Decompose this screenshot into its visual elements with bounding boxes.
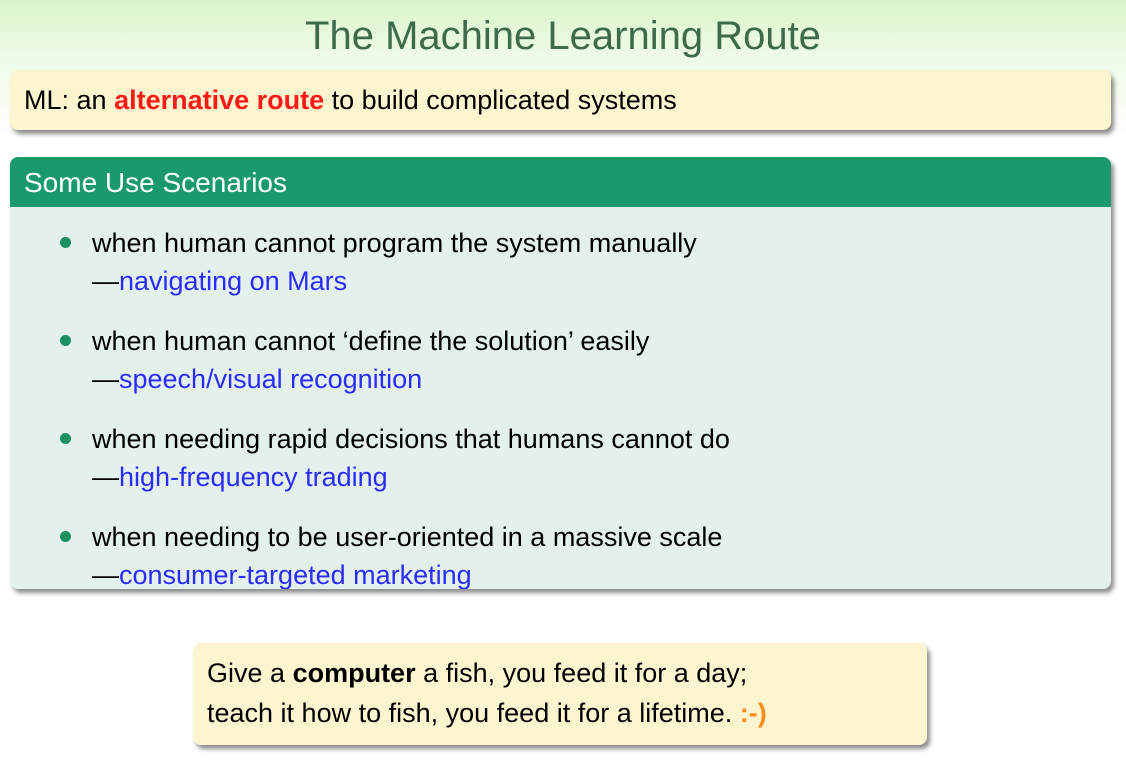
use-scenarios-header: Some Use Scenarios: [10, 157, 1111, 207]
scenario-example-line: —high-frequency trading: [92, 457, 388, 497]
quote-line-2-text: teach it how to fish, you feed it for a …: [207, 698, 733, 728]
scenario-text: when human cannot ‘define the solution’ …: [92, 326, 650, 356]
scenario-example: consumer-targeted marketing: [119, 560, 472, 589]
ml-definition-highlight: alternative route: [114, 85, 325, 115]
ml-definition-suffix: to build complicated systems: [331, 85, 677, 115]
smiley-emoticon: :-): [739, 698, 767, 728]
use-scenarios-block: Some Use Scenarios when human cannot pro…: [10, 157, 1111, 589]
scenario-example: speech/visual recognition: [119, 364, 423, 394]
bullet-icon: [60, 335, 71, 346]
em-dash: —: [92, 560, 119, 589]
fish-quote-box: Give a computer a fish, you feed it for …: [193, 643, 927, 745]
em-dash: —: [92, 266, 119, 296]
em-dash: —: [92, 364, 119, 394]
scenario-text: when human cannot program the system man…: [92, 228, 697, 258]
ml-definition-box: ML: an alternative route to build compli…: [10, 70, 1111, 130]
quote-line-1-prefix: Give a: [207, 658, 286, 688]
list-item: when needing to be user-oriented in a ma…: [10, 517, 1090, 589]
quote-bold-word: computer: [292, 658, 416, 688]
scenario-text: when needing rapid decisions that humans…: [92, 424, 730, 454]
slide-title: The Machine Learning Route: [305, 14, 821, 58]
em-dash: —: [92, 462, 119, 492]
scenario-example-line: —speech/visual recognition: [92, 359, 422, 399]
scenario-text: when needing to be user-oriented in a ma…: [92, 522, 723, 552]
list-item: when needing rapid decisions that humans…: [10, 419, 1090, 509]
list-item: when human cannot ‘define the solution’ …: [10, 321, 1090, 411]
quote-line-1-suffix: a fish, you feed it for a day;: [423, 658, 748, 688]
scenario-example: high-frequency trading: [119, 462, 388, 492]
list-item: when human cannot program the system man…: [10, 223, 1090, 313]
ml-definition-prefix: ML: an: [24, 85, 107, 115]
scenario-example-line: —navigating on Mars: [92, 261, 347, 301]
bullet-icon: [60, 531, 71, 542]
bullet-icon: [60, 237, 71, 248]
bullet-icon: [60, 433, 71, 444]
quote-line-1: Give a computer a fish, you feed it for …: [207, 653, 927, 693]
scenario-example: navigating on Mars: [119, 266, 348, 296]
quote-line-2: teach it how to fish, you feed it for a …: [207, 693, 927, 733]
scenario-example-line: —consumer-targeted marketing: [92, 555, 472, 589]
